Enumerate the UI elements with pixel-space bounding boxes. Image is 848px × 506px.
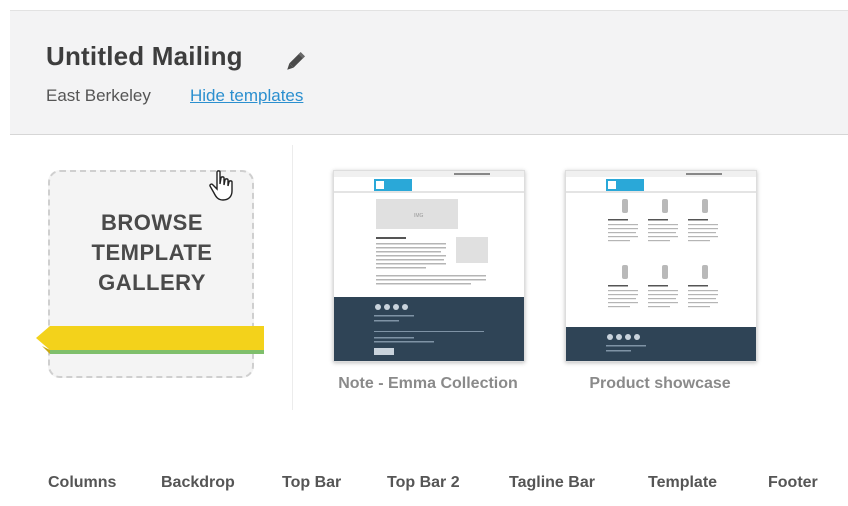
tab-footer[interactable]: Footer [768, 474, 818, 492]
mailing-header: Untitled Mailing East Berkeley Hide temp… [10, 10, 848, 135]
template-thumbnail-note-emma[interactable]: IMG [333, 170, 525, 362]
svg-text:IMG: IMG [414, 213, 424, 219]
hand-cursor-icon [209, 170, 233, 201]
tab-template[interactable]: Template [648, 474, 717, 492]
tab-top-bar-2[interactable]: Top Bar 2 [387, 474, 460, 492]
column-divider [292, 145, 293, 410]
hide-templates-link[interactable]: Hide templates [190, 86, 303, 106]
tab-backdrop[interactable]: Backdrop [161, 474, 235, 492]
ribbon-graphic [36, 326, 264, 354]
email-preview-product [566, 171, 756, 361]
mailing-title: Untitled Mailing [46, 41, 243, 71]
section-tabs: Columns Backdrop Top Bar Top Bar 2 Tagli… [0, 474, 848, 498]
tab-tagline-bar[interactable]: Tagline Bar [509, 474, 595, 492]
tab-top-bar[interactable]: Top Bar [282, 474, 341, 492]
pencil-icon[interactable] [282, 49, 308, 75]
template-name-note-emma: Note - Emma Collection [338, 375, 518, 392]
mailing-account: East Berkeley [46, 86, 151, 105]
tab-columns[interactable]: Columns [48, 474, 116, 492]
browse-gallery-label: BROWSE TEMPLATE GALLERY [91, 210, 213, 295]
template-thumbnail-product-showcase[interactable] [565, 170, 757, 362]
top-strip [0, 0, 848, 10]
email-preview-note: IMG [334, 171, 524, 361]
template-name-product-showcase: Product showcase [589, 375, 731, 392]
